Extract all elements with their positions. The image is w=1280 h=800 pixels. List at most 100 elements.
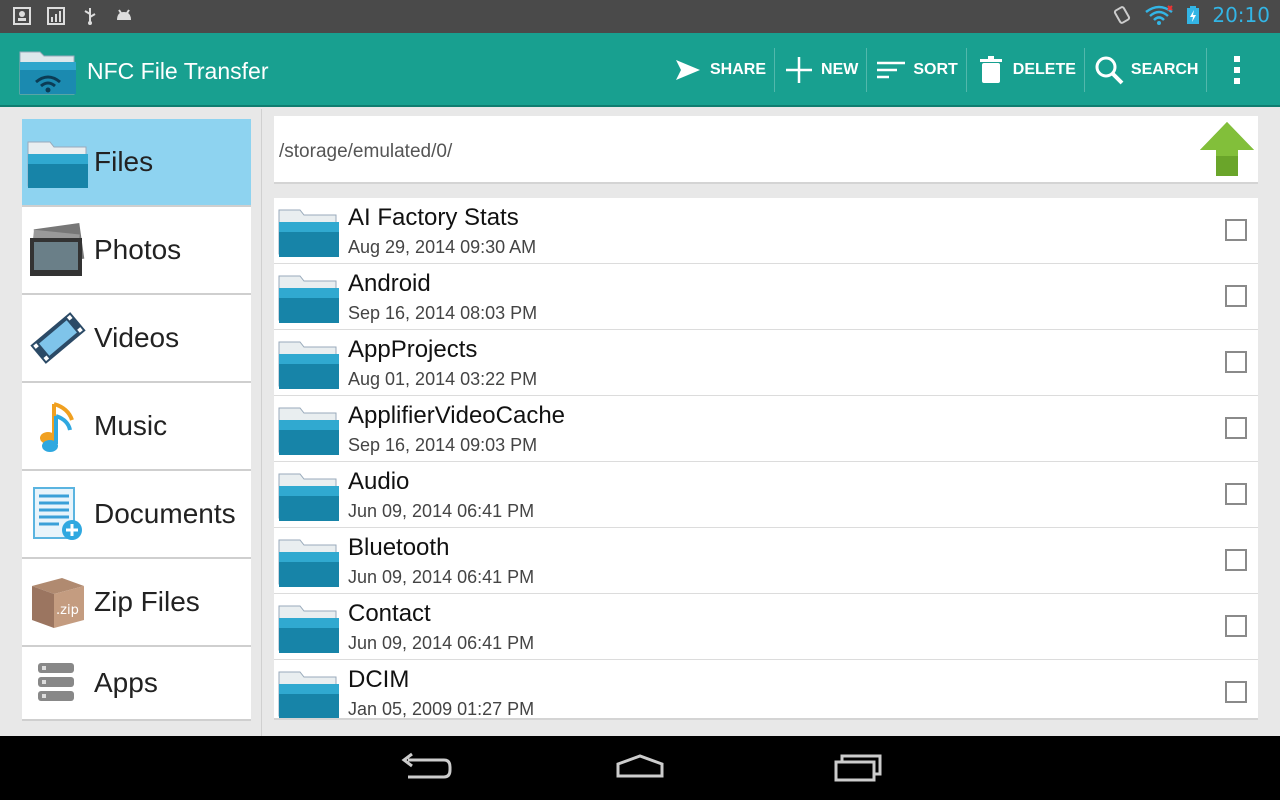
file-date: Jun 09, 2014 06:41 PM [348,567,535,587]
file-row[interactable]: Audio Jun 09, 2014 06:41 PM [274,462,1258,528]
delete-label: DELETE [1012,61,1076,78]
document-icon [33,487,82,540]
android-icon [117,9,131,20]
sort-label: SORT [913,61,958,78]
folder-icon [278,341,339,389]
file-date: Sep 16, 2014 08:03 PM [348,303,538,323]
folder-icon [278,539,339,587]
file-name: AI Factory Stats [348,204,519,231]
sidebar-item-label: Zip Files [94,586,200,617]
search-button[interactable]: SEARCH [1085,48,1208,92]
share-icon [676,60,700,80]
folder-icon [278,275,339,323]
sidebar-item-files[interactable]: Files [22,119,251,205]
path-bar: /storage/emulated/0/ [274,116,1258,182]
file-row[interactable]: Bluetooth Jun 09, 2014 06:41 PM [274,528,1258,594]
up-arrow-icon[interactable] [1198,120,1256,178]
category-sidebar: Files Photos Videos Music Documents .zip… [0,109,262,736]
sidebar-item-photos[interactable]: Photos [22,207,251,293]
delete-button[interactable]: DELETE [967,48,1085,92]
file-checkbox[interactable] [1225,417,1247,439]
file-row[interactable]: AI Factory Stats Aug 29, 2014 09:30 AM [274,198,1258,264]
sort-button[interactable]: SORT [867,48,967,92]
back-icon[interactable] [394,750,454,786]
battery-charging-icon [1187,6,1200,24]
sidebar-item-label: Photos [94,234,182,265]
file-list: AI Factory Stats Aug 29, 2014 09:30 AM And… [274,198,1258,718]
folder-icon [278,473,339,521]
folder-icon [278,671,339,718]
new-button[interactable]: NEW [775,48,868,92]
file-date: Jun 09, 2014 06:41 PM [348,501,535,521]
sidebar-item-music[interactable]: Music [22,383,251,469]
file-date: Jan 05, 2009 01:27 PM [348,699,535,718]
contacts-icon [13,7,31,25]
file-name: AppProjects [348,336,478,363]
music-note-icon [40,402,74,452]
file-checkbox[interactable] [1225,219,1247,241]
file-name: Android [348,270,431,297]
sidebar-item-apps[interactable]: Apps [22,647,251,719]
search-icon [1095,56,1124,85]
sidebar-item-label: Documents [94,498,236,529]
app-title: NFC File Transfer [87,58,269,84]
file-name: Contact [348,600,431,627]
folder-icon [278,209,339,257]
new-label: NEW [821,61,859,78]
rotate-icon [1114,6,1131,24]
sidebar-item-documents[interactable]: Documents [22,471,251,557]
status-bar: 20:10 [0,0,1280,33]
sidebar-item-label: Apps [94,667,158,698]
zip-box-icon: .zip [32,578,84,628]
sidebar-item-label: Videos [94,322,180,353]
action-buttons: SHARE NEW SORT DELETE SEARCH [664,33,1208,107]
action-bar: NFC File Transfer SHARE NEW SORT DELETE … [0,33,1280,107]
file-name: Bluetooth [348,534,450,561]
photos-icon [30,222,85,276]
file-checkbox[interactable] [1225,681,1247,703]
file-row[interactable]: AppProjects Aug 01, 2014 03:22 PM [274,330,1258,396]
file-name: Audio [348,468,410,495]
share-button[interactable]: SHARE [664,48,776,92]
home-icon[interactable] [610,750,670,786]
signal-chart-icon [47,7,65,25]
file-date: Aug 29, 2014 09:30 AM [348,237,537,257]
folder-icon [27,141,88,188]
folder-icon [278,407,339,455]
file-date: Sep 16, 2014 09:03 PM [348,435,538,455]
usb-icon [84,8,96,25]
current-path: /storage/emulated/0/ [279,141,453,162]
file-date: Jun 09, 2014 06:41 PM [348,633,535,653]
share-label: SHARE [710,61,767,78]
overflow-menu-icon[interactable] [1224,53,1250,87]
sidebar-item-zip-files[interactable]: .zip Zip Files [22,559,251,645]
svg-text:.zip: .zip [56,603,79,618]
file-checkbox[interactable] [1225,285,1247,307]
system-nav-bar [0,736,1280,800]
file-row[interactable]: ApplifierVideoCache Sep 16, 2014 09:03 PM [274,396,1258,462]
wifi-icon [1145,5,1174,25]
clock: 20:10 [1212,3,1270,27]
sidebar-item-label: Music [94,410,168,441]
folder-icon [278,605,339,653]
file-name: DCIM [348,666,410,693]
sidebar-item-label: Files [94,146,154,177]
file-row[interactable]: Contact Jun 09, 2014 06:41 PM [274,594,1258,660]
file-checkbox[interactable] [1225,483,1247,505]
film-icon [30,312,86,364]
trash-icon [979,56,1002,83]
file-checkbox[interactable] [1225,615,1247,637]
file-date: Aug 01, 2014 03:22 PM [348,369,538,389]
sidebar-item-videos[interactable]: Videos [22,295,251,381]
search-label: SEARCH [1130,61,1199,78]
file-checkbox[interactable] [1225,351,1247,373]
plus-icon [786,57,813,83]
apps-stack-icon [38,663,74,701]
recent-apps-icon[interactable] [828,750,888,786]
sort-icon [877,61,906,79]
file-row[interactable]: Android Sep 16, 2014 08:03 PM [274,264,1258,330]
file-checkbox[interactable] [1225,549,1247,571]
nfc-folder-icon [19,51,76,95]
file-name: ApplifierVideoCache [348,402,566,429]
file-row[interactable]: DCIM Jan 05, 2009 01:27 PM [274,660,1258,718]
